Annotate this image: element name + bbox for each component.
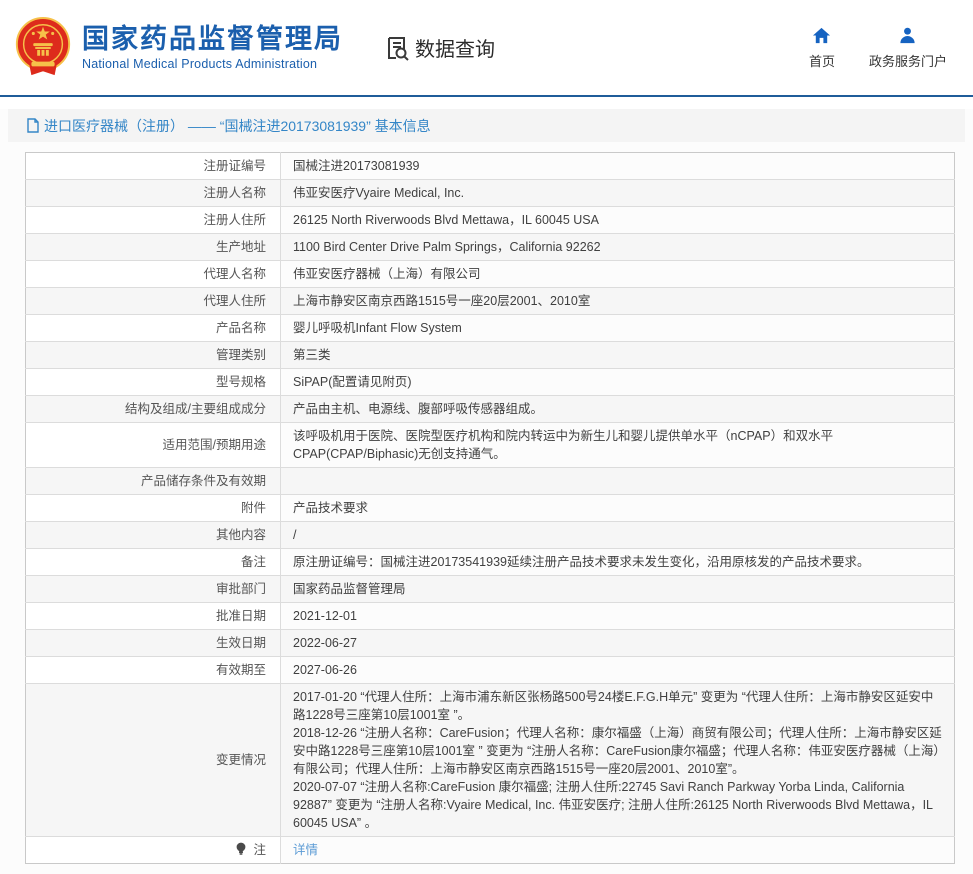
home-icon <box>812 26 831 45</box>
row-label: 其他内容 <box>216 528 266 542</box>
row-value: 伟亚安医疗器械（上海）有限公司 <box>281 261 955 288</box>
table-row: 代理人住所 上海市静安区南京西路1515号一座20层2001、2010室 <box>26 288 955 315</box>
note-icon <box>235 842 247 856</box>
row-label: 注 <box>253 843 266 857</box>
site-header: 国家药品监督管理局 National Medical Products Admi… <box>0 0 973 95</box>
nav-item-portal[interactable]: 政务服务门户 <box>869 26 947 70</box>
document-icon <box>26 118 40 133</box>
row-label: 变更情况 <box>216 753 266 767</box>
row-label: 生产地址 <box>216 240 266 254</box>
row-label: 注册证编号 <box>203 159 266 173</box>
row-value: 上海市静安区南京西路1515号一座20层2001、2010室 <box>281 288 955 315</box>
row-label: 注册人住所 <box>203 213 266 227</box>
row-value: 国家药品监督管理局 <box>281 576 955 603</box>
row-value: 2027-06-26 <box>281 657 955 684</box>
row-value: 产品由主机、电源线、腹部呼吸传感器组成。 <box>281 396 955 423</box>
brand-block: 国家药品监督管理局 National Medical Products Admi… <box>82 24 343 71</box>
header-divider <box>0 95 973 97</box>
row-value: 产品技术要求 <box>281 495 955 522</box>
nav-item-label: 首页 <box>809 51 835 70</box>
table-row: 生产地址 1100 Bird Center Drive Palm Springs… <box>26 234 955 261</box>
table-row: 代理人名称 伟亚安医疗器械（上海）有限公司 <box>26 261 955 288</box>
top-nav: 首页 政务服务门户 <box>809 26 947 70</box>
row-label: 有效期至 <box>216 663 266 677</box>
row-value: 2021-12-01 <box>281 603 955 630</box>
row-value: 2017-01-20 “代理人住所：上海市浦东新区张杨路500号24楼E.F.G… <box>281 684 955 837</box>
table-row: 注 详情 <box>26 837 955 864</box>
table-row: 变更情况 2017-01-20 “代理人住所：上海市浦东新区张杨路500号24楼… <box>26 684 955 837</box>
table-row: 审批部门 国家药品监督管理局 <box>26 576 955 603</box>
table-row: 适用范围/预期用途 该呼吸机用于医院、医院型医疗机构和院内转运中为新生儿和婴儿提… <box>26 423 955 468</box>
row-label: 生效日期 <box>216 636 266 650</box>
row-value: / <box>281 522 955 549</box>
table-row: 有效期至 2027-06-26 <box>26 657 955 684</box>
row-label: 代理人名称 <box>203 267 266 281</box>
row-value: SiPAP(配置请见附页) <box>281 369 955 396</box>
detail-link[interactable]: 详情 <box>281 837 955 864</box>
table-row: 注册证编号 国械注进20173081939 <box>26 153 955 180</box>
data-query-label: 数据查询 <box>415 33 495 62</box>
table-row: 其他内容 / <box>26 522 955 549</box>
national-emblem-logo <box>12 15 74 81</box>
table-row: 结构及组成/主要组成成分 产品由主机、电源线、腹部呼吸传感器组成。 <box>26 396 955 423</box>
table-row: 批准日期 2021-12-01 <box>26 603 955 630</box>
table-row: 注册人名称 伟亚安医疗Vyaire Medical, Inc. <box>26 180 955 207</box>
row-value: 婴儿呼吸机Infant Flow System <box>281 315 955 342</box>
brand-subtitle: National Medical Products Administration <box>82 57 343 71</box>
table-row: 备注 原注册证编号：国械注进20173541939延续注册产品技术要求未发生变化… <box>26 549 955 576</box>
table-row: 型号规格 SiPAP(配置请见附页) <box>26 369 955 396</box>
row-label: 适用范围/预期用途 <box>163 438 266 452</box>
table-row: 注册人住所 26125 North Riverwoods Blvd Mettaw… <box>26 207 955 234</box>
table-row: 产品名称 婴儿呼吸机Infant Flow System <box>26 315 955 342</box>
row-value: 该呼吸机用于医院、医院型医疗机构和院内转运中为新生儿和婴儿提供单水平（nCPAP… <box>281 423 955 468</box>
nav-item-label: 政务服务门户 <box>869 51 947 70</box>
row-label: 型号规格 <box>216 375 266 389</box>
title-bar: 进口医疗器械（注册） —— “国械注进20173081939” 基本信息 <box>8 109 965 142</box>
data-query-icon <box>385 35 411 61</box>
row-label: 产品名称 <box>216 321 266 335</box>
row-value: 2022-06-27 <box>281 630 955 657</box>
data-query-nav[interactable]: 数据查询 <box>385 33 495 62</box>
brand-title: 国家药品监督管理局 <box>82 24 343 54</box>
row-label: 注册人名称 <box>203 186 266 200</box>
row-value <box>281 468 955 495</box>
row-value: 26125 North Riverwoods Blvd Mettawa，IL 6… <box>281 207 955 234</box>
page-title: 进口医疗器械（注册） —— “国械注进20173081939” 基本信息 <box>44 116 431 136</box>
row-label: 附件 <box>241 501 266 515</box>
row-label: 结构及组成/主要组成成分 <box>125 402 266 416</box>
table-row: 产品储存条件及有效期 <box>26 468 955 495</box>
info-table-body: 注册证编号 国械注进20173081939 注册人名称 伟亚安医疗Vyaire … <box>26 153 955 864</box>
row-label: 审批部门 <box>216 582 266 596</box>
row-label: 产品储存条件及有效期 <box>141 474 266 488</box>
row-value: 国械注进20173081939 <box>281 153 955 180</box>
user-icon <box>898 26 917 45</box>
row-label: 管理类别 <box>216 348 266 362</box>
table-row: 生效日期 2022-06-27 <box>26 630 955 657</box>
row-label: 备注 <box>241 555 266 569</box>
row-value: 伟亚安医疗Vyaire Medical, Inc. <box>281 180 955 207</box>
row-value: 1100 Bird Center Drive Palm Springs，Cali… <box>281 234 955 261</box>
table-row: 管理类别 第三类 <box>26 342 955 369</box>
registration-info-table: 注册证编号 国械注进20173081939 注册人名称 伟亚安医疗Vyaire … <box>25 152 955 864</box>
nav-item-home[interactable]: 首页 <box>809 26 835 70</box>
row-value: 第三类 <box>281 342 955 369</box>
main-content: 进口医疗器械（注册） —— “国械注进20173081939” 基本信息 注册证… <box>0 109 973 874</box>
row-value: 原注册证编号：国械注进20173541939延续注册产品技术要求未发生变化，沿用… <box>281 549 955 576</box>
row-label: 批准日期 <box>216 609 266 623</box>
row-label: 代理人住所 <box>203 294 266 308</box>
table-row: 附件 产品技术要求 <box>26 495 955 522</box>
